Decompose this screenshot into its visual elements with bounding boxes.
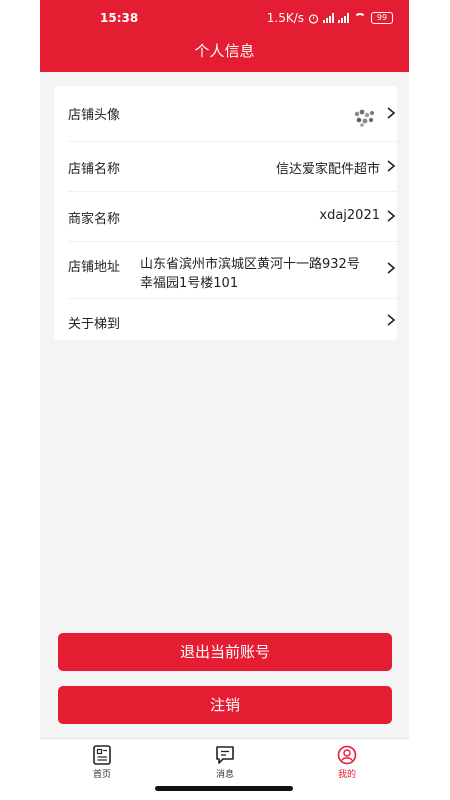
tab-label: 我的 <box>337 770 356 780</box>
tab-home[interactable]: 首页 <box>72 745 132 780</box>
chevron-right-icon <box>387 107 396 119</box>
signal-icon <box>323 13 334 23</box>
store-name-value: 信达爱家配件超市 <box>275 162 380 177</box>
status-icons: 1.5K/s 99 <box>267 11 393 25</box>
tab-label: 首页 <box>92 770 111 780</box>
row-store-name[interactable]: 店铺名称 信达爱家配件超市 <box>68 142 398 192</box>
alarm-icon <box>308 13 319 24</box>
home-icon <box>93 745 111 765</box>
chevron-right-icon <box>387 314 396 326</box>
row-label: 关于梯到 <box>68 317 121 332</box>
message-icon <box>216 746 234 764</box>
address-line-2: 幸福园1号楼101 <box>140 276 239 291</box>
cancel-account-button[interactable]: 注销 <box>58 686 392 724</box>
store-address-value: 山东省滨州市滨城区黄河十一路932号 幸福园1号楼101 <box>140 255 380 293</box>
status-bar: 15:38 1.5K/s 99 <box>40 8 409 30</box>
info-card: 店铺头像 店铺名称 信达爱家配件超市 商家名称 xdaj2021 店铺地址 山东… <box>54 86 398 340</box>
user-icon <box>337 745 357 765</box>
battery-icon: 99 <box>371 12 393 24</box>
home-indicator <box>155 786 293 791</box>
header: 15:38 1.5K/s 99 个人信息 <box>40 0 409 72</box>
app-screen: 15:38 1.5K/s 99 个人信息 店铺头像 店铺名称 信达爱家配件超市 … <box>40 0 409 800</box>
row-about[interactable]: 关于梯到 <box>68 299 398 340</box>
status-time: 15:38 <box>100 11 139 25</box>
chevron-right-icon <box>387 210 396 222</box>
network-speed: 1.5K/s <box>266 11 304 25</box>
row-label: 店铺名称 <box>68 162 121 177</box>
tab-mine[interactable]: 我的 <box>317 745 377 780</box>
tab-label: 消息 <box>215 770 234 780</box>
wifi-icon <box>353 13 367 23</box>
row-label: 商家名称 <box>68 212 121 227</box>
chevron-right-icon <box>387 262 396 274</box>
address-line-1: 山东省滨州市滨城区黄河十一路932号 <box>140 257 360 272</box>
row-label: 店铺头像 <box>68 108 121 123</box>
page-title: 个人信息 <box>194 42 255 60</box>
store-avatar-image <box>352 106 376 128</box>
logout-button[interactable]: 退出当前账号 <box>58 633 392 671</box>
row-merchant-name[interactable]: 商家名称 xdaj2021 <box>68 192 398 242</box>
chevron-right-icon <box>387 160 396 172</box>
row-store-address[interactable]: 店铺地址 山东省滨州市滨城区黄河十一路932号 幸福园1号楼101 <box>68 242 398 299</box>
signal-icon-2 <box>338 13 349 23</box>
merchant-name-value: xdaj2021 <box>319 208 380 223</box>
row-label: 店铺地址 <box>68 260 121 275</box>
row-store-avatar[interactable]: 店铺头像 <box>68 86 398 142</box>
tab-messages[interactable]: 消息 <box>195 745 255 780</box>
